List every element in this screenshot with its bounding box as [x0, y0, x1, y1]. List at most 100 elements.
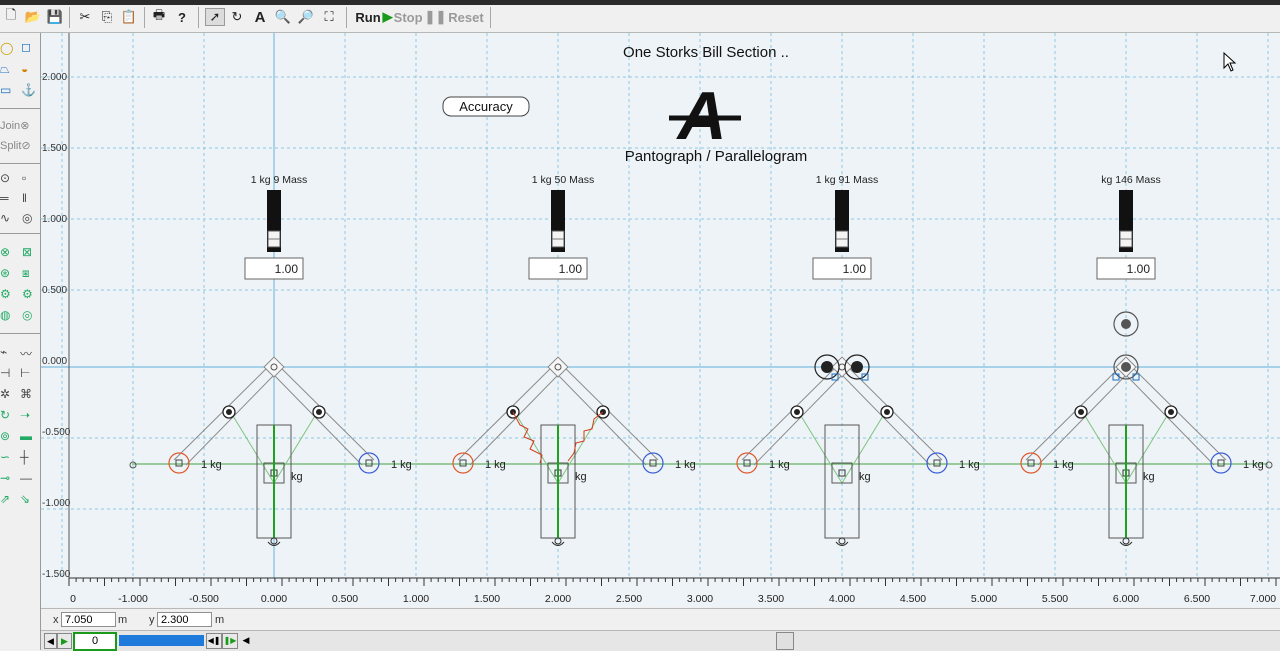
zoom-fit-icon[interactable]: ⛶ — [320, 8, 338, 26]
rope-b-tool-icon[interactable]: ∽ — [0, 450, 10, 464]
join-tool[interactable]: Join⊗ — [0, 119, 29, 132]
frame-counter-field[interactable]: 0 — [73, 632, 117, 651]
rotational-spring-tool-icon[interactable]: ✲ — [0, 387, 10, 401]
pause-icon: ❚❚ — [424, 9, 447, 24]
rod-tool-icon[interactable]: ═ — [0, 191, 9, 205]
toolbar-divider — [346, 7, 347, 28]
separator-b-tool-icon[interactable]: ┼ — [20, 450, 29, 464]
playback-progress[interactable] — [119, 635, 204, 646]
new-file-icon[interactable]: 🗋 — [2, 7, 20, 26]
copy-icon[interactable]: ⎘ — [98, 8, 116, 26]
open-folder-icon[interactable]: 📂 — [24, 8, 42, 26]
gear-tool-icon[interactable]: ⊸ — [0, 471, 10, 485]
split-label: Split — [0, 140, 22, 152]
right-end-pivot — [358, 452, 380, 474]
x-tick-label: 3.000 — [687, 593, 713, 605]
zoom-out-icon[interactable]: 🔎 — [297, 8, 315, 26]
actuator-tool-icon[interactable]: ➝ — [20, 408, 30, 422]
x-tick-label: 0 — [70, 593, 76, 605]
arm-joint-center — [884, 409, 890, 415]
scroll-left-arrow[interactable]: ◀ — [241, 633, 251, 647]
damper-tool-icon[interactable]: ⊣ — [0, 366, 10, 380]
play-button[interactable]: ▶ — [57, 633, 72, 649]
pantograph-section[interactable]: kg 146 Mass 1.00 1 kg 1 kg kg — [984, 174, 1268, 546]
mass-label: 1 kg 50 Mass — [532, 174, 594, 186]
text-tool-icon[interactable]: A — [251, 8, 269, 26]
pantograph-arm — [185, 374, 275, 466]
reset-button[interactable]: Reset — [446, 8, 486, 26]
pulley-tool-icon[interactable]: ◎ — [22, 211, 32, 225]
rope-tool-icon[interactable]: ∿ — [0, 211, 10, 225]
right-end-pin — [1217, 459, 1225, 467]
point-tool-icon[interactable]: ⊙ — [0, 171, 10, 185]
cut-icon[interactable]: ✂ — [76, 8, 94, 26]
slot-joint-tool-icon[interactable]: ⊛ — [0, 266, 10, 280]
keyed-slot-tool-icon[interactable]: ⚙ — [0, 287, 11, 301]
linear-actuator-tool-icon[interactable]: ▬ — [20, 429, 32, 443]
torque-tool-icon[interactable]: ⇘ — [20, 492, 30, 506]
y-tick-labels: 2.000 1.500 1.000 0.500 0.000 -0.500 -1.… — [42, 72, 71, 580]
left-end-pivot — [168, 452, 190, 474]
rigid-joint-tool-icon[interactable]: ⊠ — [22, 245, 32, 259]
run-button[interactable]: Run ▶ — [354, 8, 394, 26]
print-icon[interactable]: 🖶 — [150, 7, 168, 26]
step-forward-button[interactable]: ❚▶ — [222, 633, 238, 649]
force-tool-icon[interactable]: ⇗ — [0, 492, 10, 506]
split-tool[interactable]: Split⊘ — [0, 139, 31, 152]
curved-slot-tool-icon[interactable]: ◍ — [0, 308, 10, 322]
polygon-tool-icon[interactable]: ⏢ — [0, 62, 10, 77]
rotational-motor-tool-icon[interactable]: ⊚ — [0, 429, 10, 443]
y-tick-label: -0.500 — [42, 427, 71, 438]
save-icon[interactable]: 💾 — [46, 8, 64, 26]
step-back-button[interactable]: ◀❚ — [206, 633, 222, 649]
pantograph-section[interactable]: 1 kg 9 Mass 1.00 1 kg 1 kg kg — [132, 174, 416, 546]
help-icon[interactable]: ? — [173, 8, 191, 26]
accuracy-button[interactable]: Accuracy — [442, 96, 530, 117]
x-unit-label: m — [118, 614, 128, 626]
curved-body-tool-icon[interactable]: ◒ — [21, 62, 28, 76]
rewind-button[interactable]: ◀ — [44, 633, 57, 649]
left-mass-kg-label: 1 kg — [1053, 459, 1074, 471]
workspace-drawing[interactable]: 2.000 1.500 1.000 0.500 0.000 -0.500 -1.… — [41, 33, 1280, 607]
x-coordinate-label: x — [53, 614, 59, 626]
y-unit-label: m — [215, 614, 225, 626]
title-strip — [0, 0, 1280, 5]
x-coordinate-field[interactable]: 7.050 — [61, 612, 116, 627]
pantograph-arm — [469, 374, 559, 466]
separator-tool-icon[interactable]: ‖ — [22, 191, 27, 205]
pin-joint-tool-icon[interactable]: ⊗ — [0, 245, 10, 259]
circle-tool-icon[interactable]: ◯ — [0, 41, 13, 55]
x-tick-label: -1.000 — [118, 593, 148, 605]
damper-b-tool-icon[interactable]: ⊢ — [20, 366, 30, 380]
mass-label: kg 146 Mass — [1101, 174, 1161, 186]
line-tool-icon[interactable]: — — [20, 471, 32, 485]
rotational-damper-tool-icon[interactable]: ⌘ — [20, 387, 32, 401]
horizontal-scroll-thumb[interactable] — [776, 632, 794, 650]
pantograph-section[interactable]: 1 kg 50 Mass 1.00 1 kg 1 kg kg — [416, 174, 700, 546]
spring-wave-tool-icon[interactable]: 〰 — [20, 345, 32, 362]
curved-slot-b-tool-icon[interactable]: ◎ — [22, 308, 32, 322]
square-tool-icon[interactable]: ◻ — [21, 40, 31, 54]
slot-joint-b-tool-icon[interactable]: ⧆ — [22, 266, 30, 281]
paste-icon[interactable]: 📋 — [120, 8, 138, 26]
zoom-in-icon[interactable]: 🔍 — [274, 8, 292, 26]
toolbar-divider — [144, 7, 145, 28]
pointer-tool-icon[interactable]: ➚ — [205, 8, 225, 26]
spring-tool-icon[interactable]: ⌁ — [0, 345, 7, 359]
anchor-tool-icon[interactable]: ⚓ — [21, 83, 36, 97]
stop-button[interactable]: Stop ❚❚ — [394, 8, 447, 26]
rotate-tool-icon[interactable]: ↻ — [228, 8, 246, 26]
square-point-tool-icon[interactable]: ▫ — [22, 171, 26, 185]
inner-link — [513, 410, 559, 484]
y-coordinate-field[interactable]: 2.300 — [157, 612, 212, 627]
motor-tool-icon[interactable]: ↻ — [0, 408, 10, 422]
rotary-mount — [1132, 373, 1140, 381]
workspace-canvas[interactable]: 2.000 1.500 1.000 0.500 0.000 -0.500 -1.… — [41, 33, 1280, 607]
left-mass-kg-label: 1 kg — [769, 459, 790, 471]
mass-label: 1 kg 9 Mass — [251, 174, 308, 186]
arm-joint-center — [1168, 409, 1174, 415]
rectangle-tool-icon[interactable]: ▭ — [0, 83, 11, 97]
keyed-slot-b-tool-icon[interactable]: ⚙ — [22, 287, 33, 301]
play-icon: ▶ — [382, 9, 393, 24]
mass-label: 1 kg 91 Mass — [816, 174, 878, 186]
